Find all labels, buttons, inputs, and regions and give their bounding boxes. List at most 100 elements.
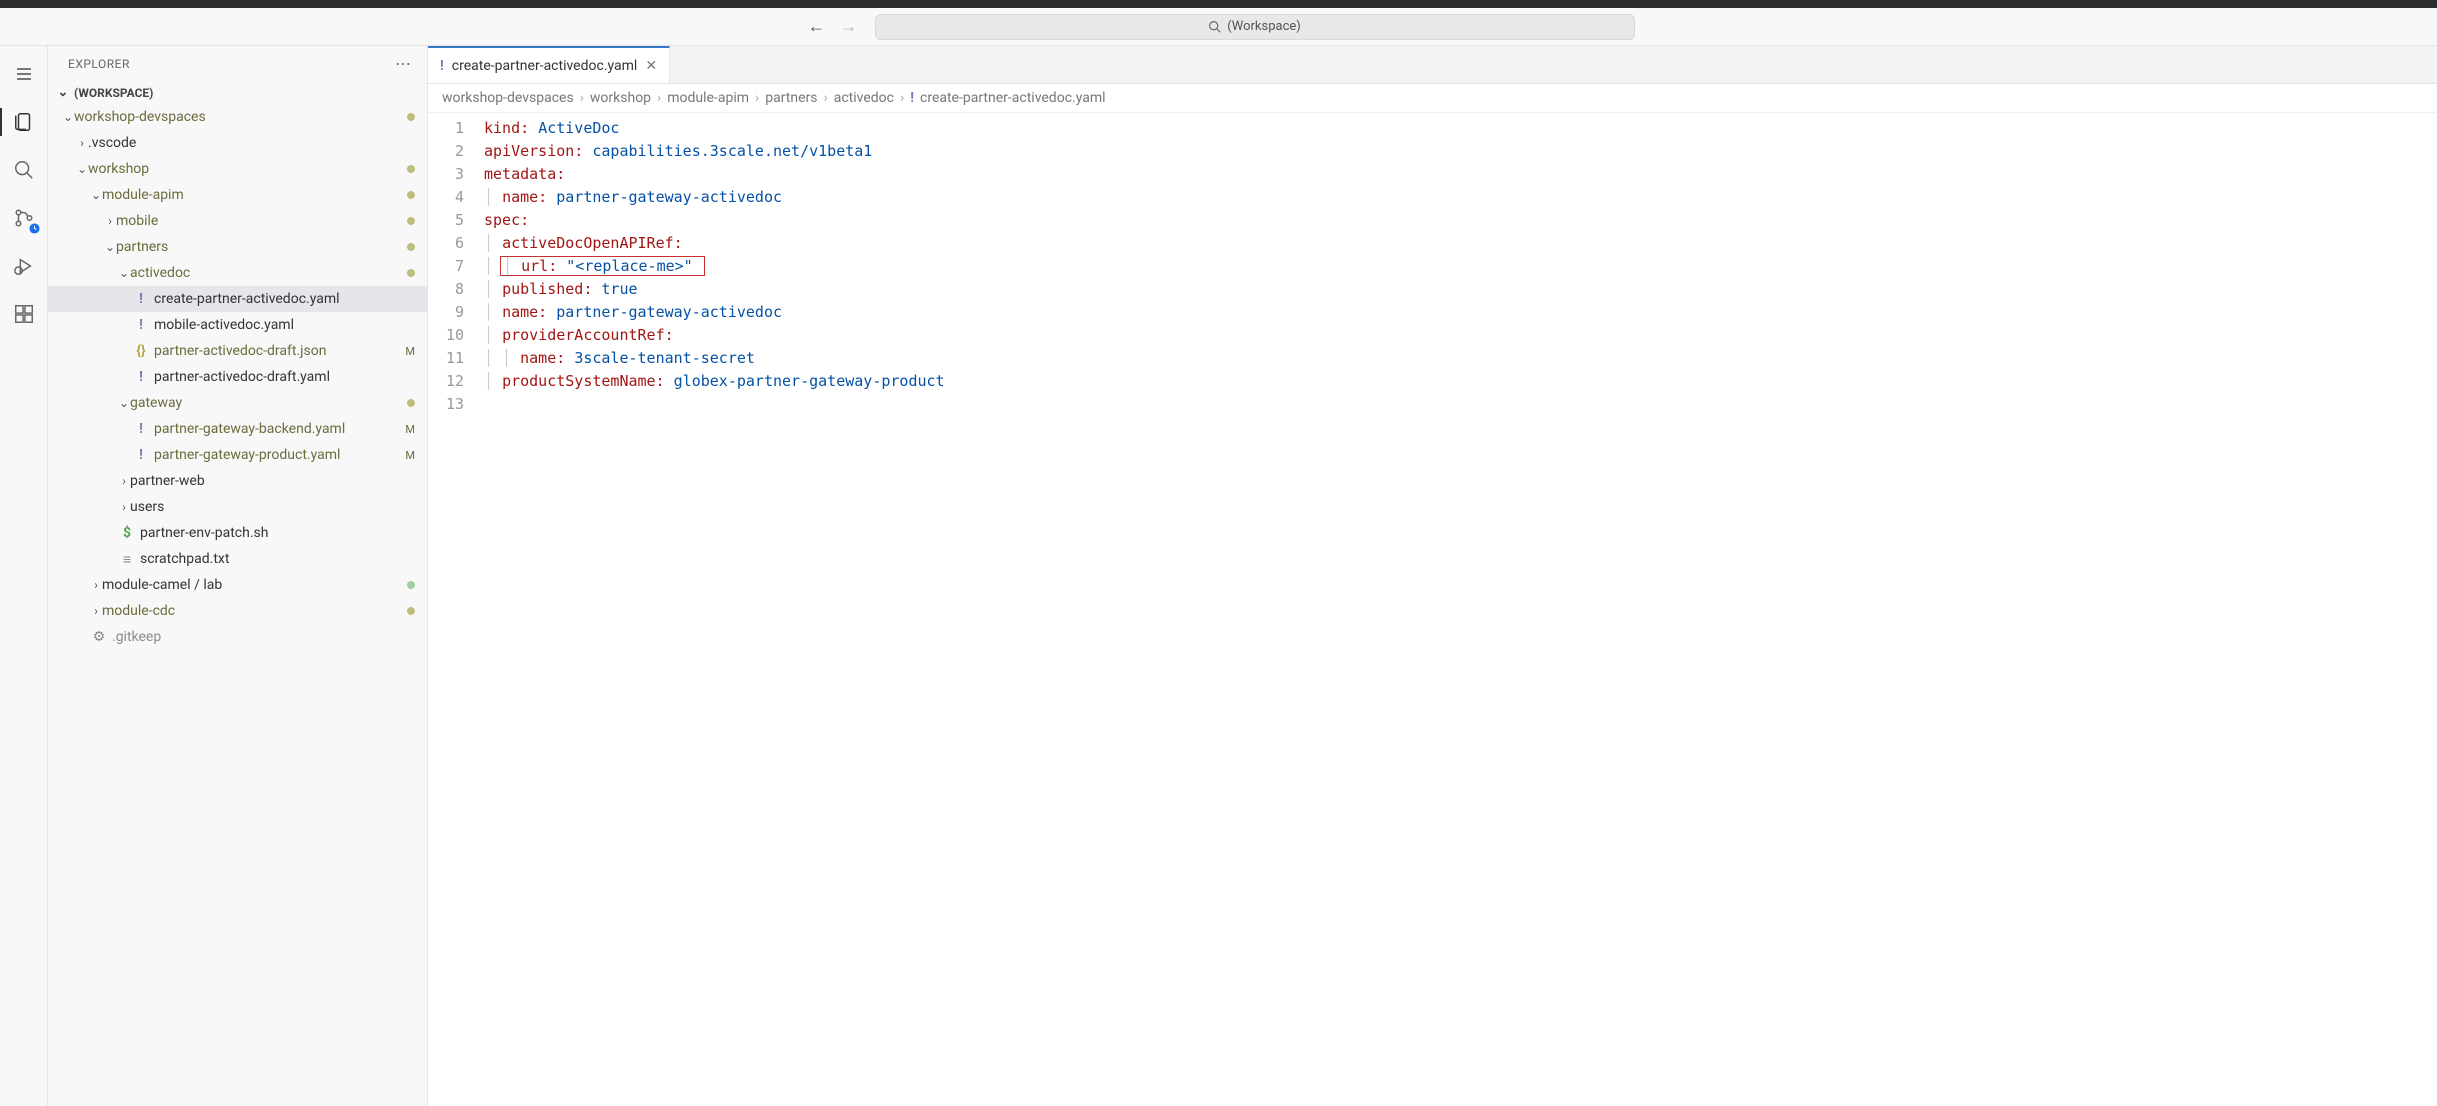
tree-label: partner-gateway-product.yaml bbox=[154, 447, 401, 463]
tree-label: mobile bbox=[116, 213, 407, 229]
search-icon bbox=[1208, 20, 1221, 33]
search-placeholder: (Workspace) bbox=[1227, 19, 1301, 34]
chevron-right-icon: › bbox=[824, 90, 828, 106]
nav-forward-button[interactable]: → bbox=[835, 13, 863, 41]
workspace-section-header[interactable]: ⌄ (WORKSPACE) bbox=[48, 81, 427, 104]
menu-icon[interactable] bbox=[4, 54, 44, 94]
workspace-section-label: (WORKSPACE) bbox=[74, 86, 153, 100]
yaml-file-icon: ! bbox=[132, 421, 150, 437]
modified-badge: M bbox=[405, 345, 415, 358]
tree-file-partner-gateway-backend[interactable]: ! partner-gateway-backend.yaml M bbox=[48, 416, 427, 442]
tree-label: partner-activedoc-draft.yaml bbox=[154, 369, 415, 385]
breadcrumb-item[interactable]: activedoc bbox=[834, 90, 894, 106]
extensions-icon[interactable] bbox=[4, 294, 44, 334]
tree-label: .vscode bbox=[88, 135, 415, 151]
chevron-down-icon: ⌄ bbox=[76, 162, 88, 176]
modified-dot-icon bbox=[407, 165, 415, 173]
breadcrumb-item[interactable]: partners bbox=[765, 90, 817, 106]
chevron-right-icon: › bbox=[118, 474, 130, 488]
tree-folder-module-cdc[interactable]: › module-cdc bbox=[48, 598, 427, 624]
tree-folder-module-apim[interactable]: ⌄ module-apim bbox=[48, 182, 427, 208]
command-center-search[interactable]: (Workspace) bbox=[875, 14, 1635, 40]
tree-file-create-partner-activedoc[interactable]: ! create-partner-activedoc.yaml bbox=[48, 286, 427, 312]
yaml-file-icon: ! bbox=[132, 291, 150, 307]
activity-bar bbox=[0, 46, 48, 1106]
tree-file-scratchpad[interactable]: ≡ scratchpad.txt bbox=[48, 546, 427, 572]
tree-label: gateway bbox=[130, 395, 407, 411]
tree-label: workshop bbox=[88, 161, 407, 177]
code-editor[interactable]: 123 456 789 101112 13 kind: ActiveDoc ap… bbox=[428, 113, 2437, 1106]
tree-label: mobile-activedoc.yaml bbox=[154, 317, 415, 333]
staged-dot-icon bbox=[407, 581, 415, 589]
tree-folder-activedoc[interactable]: ⌄ activedoc bbox=[48, 260, 427, 286]
chevron-down-icon: ⌄ bbox=[104, 240, 116, 254]
source-control-icon[interactable] bbox=[4, 198, 44, 238]
tree-folder-gateway[interactable]: ⌄ gateway bbox=[48, 390, 427, 416]
chevron-down-icon: ⌄ bbox=[90, 188, 102, 202]
yaml-file-icon: ! bbox=[910, 90, 914, 106]
tree-label: partners bbox=[116, 239, 407, 255]
chevron-right-icon: › bbox=[657, 90, 661, 106]
tree-file-gitkeep[interactable]: ⚙ .gitkeep bbox=[48, 624, 427, 650]
tree-label: partner-activedoc-draft.json bbox=[154, 343, 401, 359]
tree-label: module-camel / lab bbox=[102, 577, 407, 593]
tree-folder-mobile[interactable]: › mobile bbox=[48, 208, 427, 234]
top-bar: ← → (Workspace) bbox=[0, 8, 2437, 46]
modified-badge: M bbox=[405, 449, 415, 462]
tree-label: create-partner-activedoc.yaml bbox=[154, 291, 415, 307]
chevron-right-icon: › bbox=[118, 500, 130, 514]
explorer-title: EXPLORER bbox=[68, 57, 130, 71]
tree-folder-module-camel[interactable]: › module-camel / lab bbox=[48, 572, 427, 598]
explorer-icon[interactable] bbox=[4, 102, 44, 142]
shell-file-icon: $ bbox=[118, 525, 136, 541]
tree-file-partner-activedoc-draft-json[interactable]: {} partner-activedoc-draft.json M bbox=[48, 338, 427, 364]
tree-folder-partners[interactable]: ⌄ partners bbox=[48, 234, 427, 260]
tree-file-partner-env-patch[interactable]: $ partner-env-patch.sh bbox=[48, 520, 427, 546]
yaml-file-icon: ! bbox=[132, 317, 150, 333]
breadcrumb-item[interactable]: workshop-devspaces bbox=[442, 90, 574, 106]
breadcrumb-item[interactable]: module-apim bbox=[667, 90, 749, 106]
tree-folder-users[interactable]: › users bbox=[48, 494, 427, 520]
tree-label: partner-web bbox=[130, 473, 415, 489]
title-bar bbox=[0, 0, 2437, 8]
tree-folder-workshop[interactable]: ⌄ workshop bbox=[48, 156, 427, 182]
tree-folder-vscode[interactable]: › .vscode bbox=[48, 130, 427, 156]
tree-file-partner-gateway-product[interactable]: ! partner-gateway-product.yaml M bbox=[48, 442, 427, 468]
modified-dot-icon bbox=[407, 607, 415, 615]
tree-label: module-cdc bbox=[102, 603, 407, 619]
search-activity-icon[interactable] bbox=[4, 150, 44, 190]
modified-dot-icon bbox=[407, 191, 415, 199]
explorer-more-icon[interactable]: ⋯ bbox=[395, 54, 411, 73]
breadcrumb-item[interactable]: create-partner-activedoc.yaml bbox=[920, 90, 1106, 106]
chevron-down-icon: ⌄ bbox=[56, 85, 70, 100]
editor-area: ! create-partner-activedoc.yaml ✕ worksh… bbox=[428, 46, 2437, 1106]
yaml-file-icon: ! bbox=[132, 447, 150, 463]
modified-dot-icon bbox=[407, 399, 415, 407]
modified-badge: M bbox=[405, 423, 415, 436]
code-content[interactable]: kind: ActiveDoc apiVersion: capabilities… bbox=[476, 113, 945, 1106]
tree-label: partner-env-patch.sh bbox=[140, 525, 415, 541]
run-debug-icon[interactable] bbox=[4, 246, 44, 286]
breadcrumb[interactable]: workshop-devspaces › workshop › module-api… bbox=[428, 84, 2437, 113]
chevron-right-icon: › bbox=[104, 214, 116, 228]
close-icon[interactable]: ✕ bbox=[645, 58, 657, 74]
tree-folder-partner-web[interactable]: › partner-web bbox=[48, 468, 427, 494]
tree-label: scratchpad.txt bbox=[140, 551, 415, 567]
tree-label: partner-gateway-backend.yaml bbox=[154, 421, 401, 437]
tree-file-partner-activedoc-draft-yaml[interactable]: ! partner-activedoc-draft.yaml bbox=[48, 364, 427, 390]
chevron-right-icon: › bbox=[90, 604, 102, 618]
tab-create-partner-activedoc[interactable]: ! create-partner-activedoc.yaml ✕ bbox=[428, 46, 670, 83]
text-file-icon: ≡ bbox=[118, 551, 136, 568]
modified-dot-icon bbox=[407, 217, 415, 225]
chevron-right-icon: › bbox=[900, 90, 904, 106]
line-gutter: 123 456 789 101112 13 bbox=[428, 113, 476, 1106]
nav-back-button[interactable]: ← bbox=[803, 13, 831, 41]
file-tree: ⌄ workshop-devspaces › .vscode ⌄ worksho… bbox=[48, 104, 427, 1106]
tree-label: .gitkeep bbox=[112, 629, 415, 645]
editor-tabs: ! create-partner-activedoc.yaml ✕ bbox=[428, 46, 2437, 84]
breadcrumb-item[interactable]: workshop bbox=[590, 90, 651, 106]
tree-file-mobile-activedoc[interactable]: ! mobile-activedoc.yaml bbox=[48, 312, 427, 338]
modified-dot-icon bbox=[407, 243, 415, 251]
yaml-file-icon: ! bbox=[440, 58, 444, 74]
tree-folder-root[interactable]: ⌄ workshop-devspaces bbox=[48, 104, 427, 130]
